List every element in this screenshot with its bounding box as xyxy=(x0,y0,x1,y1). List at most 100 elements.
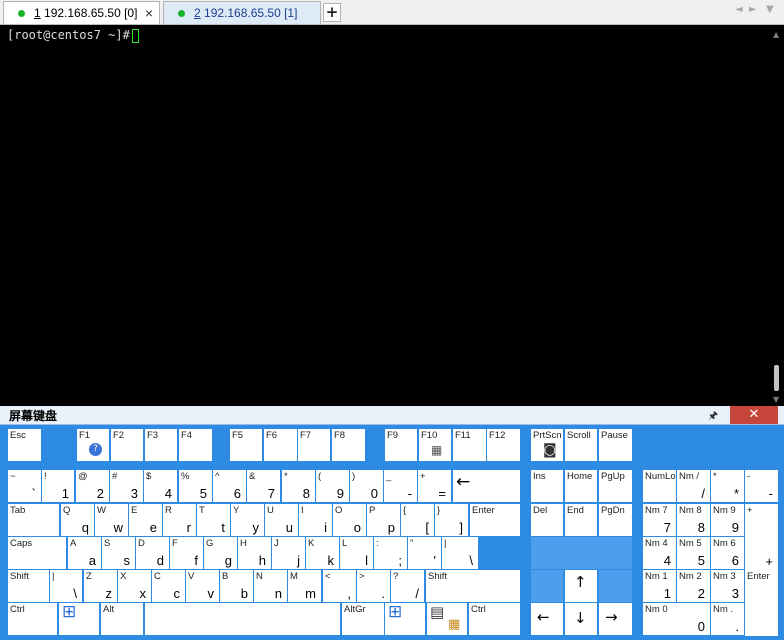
key-d0[interactable]: ) 0 xyxy=(350,470,383,502)
key-lbracket[interactable]: {[ xyxy=(401,504,434,536)
key-scroll[interactable]: Scroll xyxy=(565,429,597,461)
key-period[interactable]: >. xyxy=(357,570,390,602)
key-home[interactable]: Home xyxy=(565,470,597,502)
key-rctrl[interactable]: Ctrl xyxy=(469,603,520,635)
key-caps[interactable]: Caps xyxy=(8,537,66,569)
key-nmminus[interactable]: -- xyxy=(745,470,778,502)
key-nm1[interactable]: Nm 1 1 xyxy=(643,570,676,602)
key-enter[interactable]: Enter xyxy=(470,504,520,536)
scroll-tabs-right-icon[interactable]: ► xyxy=(749,4,757,15)
key-backslash1[interactable]: | \ xyxy=(442,537,478,569)
key-up[interactable]: ↑ xyxy=(565,570,597,602)
key-pause[interactable]: Pause xyxy=(599,429,632,461)
key-t[interactable]: Tt xyxy=(197,504,230,536)
key-f11[interactable]: F11 xyxy=(453,429,486,461)
tab-session-2[interactable]: 2 192.168.65.50 [1] xyxy=(163,1,321,24)
scroll-tabs-left-icon[interactable]: ◄ xyxy=(735,4,743,15)
key-f10[interactable]: F10 ▦ xyxy=(419,429,451,461)
key-g[interactable]: Gg xyxy=(204,537,237,569)
key-semicolon[interactable]: :; xyxy=(374,537,407,569)
key-altgr[interactable]: AltGr xyxy=(342,603,384,635)
key-y[interactable]: Yy xyxy=(231,504,264,536)
key-i[interactable]: Ii xyxy=(299,504,332,536)
key-f9[interactable]: F9 xyxy=(385,429,417,461)
scroll-up-icon[interactable]: ▲ xyxy=(773,30,779,39)
key-d4[interactable]: $4 xyxy=(144,470,177,502)
key-d[interactable]: Dd xyxy=(136,537,169,569)
key-d9[interactable]: (9 xyxy=(316,470,349,502)
key-d3[interactable]: #3 xyxy=(110,470,143,502)
terminal-scrollbar[interactable]: ▲ ▼ xyxy=(770,25,784,406)
new-tab-button[interactable]: + xyxy=(323,3,341,22)
key-backslash2[interactable]: | \ xyxy=(50,570,82,602)
key-lalt[interactable]: Alt xyxy=(101,603,143,635)
key-nm0[interactable]: Nm 0 0 xyxy=(643,603,710,635)
key-lwin[interactable]: ⊞ xyxy=(59,603,99,635)
key-nmplus[interactable]: + + xyxy=(745,504,778,570)
close-tab-icon[interactable]: × xyxy=(145,2,153,24)
key-f12[interactable]: F12 xyxy=(487,429,520,461)
key-prtscn[interactable]: PrtScn ◙ xyxy=(531,429,563,461)
key-pgup[interactable]: PgUp xyxy=(599,470,632,502)
key-c[interactable]: Cc xyxy=(152,570,185,602)
key-menu[interactable]: ▤ ▦ xyxy=(427,603,467,635)
key-nm4[interactable]: Nm 4 4 xyxy=(643,537,676,569)
key-w[interactable]: Ww xyxy=(95,504,128,536)
key-f1[interactable]: F1? xyxy=(77,429,109,461)
key-q[interactable]: Qq xyxy=(61,504,94,536)
key-d5[interactable]: % 5 xyxy=(179,470,212,502)
key-esc[interactable]: Esc xyxy=(8,429,41,461)
tab-session-1[interactable]: 1 192.168.65.50 [0] × xyxy=(3,1,160,24)
key-space[interactable] xyxy=(145,603,340,635)
close-keyboard-button[interactable]: ✕ xyxy=(730,406,778,424)
key-rwin[interactable]: ⊞ xyxy=(385,603,425,635)
terminal-area[interactable]: [root@centos7 ~]# xyxy=(0,25,770,406)
key-minus[interactable]: _ - xyxy=(384,470,417,502)
key-nm6[interactable]: Nm 6 6 xyxy=(711,537,744,569)
key-d7[interactable]: & 7 xyxy=(247,470,280,502)
pin-icon[interactable]: 🖈 xyxy=(708,407,718,426)
key-z[interactable]: Zz xyxy=(84,570,117,602)
key-k[interactable]: Kk xyxy=(306,537,339,569)
key-o[interactable]: Oo xyxy=(333,504,366,536)
key-j[interactable]: Jj xyxy=(272,537,305,569)
key-left[interactable]: ← xyxy=(531,603,563,635)
key-m[interactable]: Mm xyxy=(288,570,321,602)
key-nmslash[interactable]: Nm / / xyxy=(677,470,710,502)
key-nm9[interactable]: Nm 9 9 xyxy=(711,504,744,536)
key-a[interactable]: Aa xyxy=(68,537,101,569)
key-n[interactable]: Nn xyxy=(254,570,287,602)
key-s[interactable]: Ss xyxy=(102,537,135,569)
key-x[interactable]: Xx xyxy=(118,570,151,602)
key-nmstar[interactable]: * * xyxy=(711,470,744,502)
scroll-down-icon[interactable]: ▼ xyxy=(773,395,779,404)
key-f3[interactable]: F3 xyxy=(145,429,177,461)
key-rshift[interactable]: Shift xyxy=(426,570,520,602)
key-d6[interactable]: ^ 6 xyxy=(213,470,246,502)
key-slash[interactable]: ? / xyxy=(391,570,424,602)
key-del[interactable]: Del xyxy=(531,504,563,536)
key-nm7[interactable]: Nm 7 7 xyxy=(643,504,676,536)
key-e[interactable]: Ee xyxy=(129,504,162,536)
key-f5[interactable]: F5 xyxy=(230,429,262,461)
key-quote[interactable]: " ' xyxy=(408,537,441,569)
key-u[interactable]: Uu xyxy=(265,504,298,536)
key-f8[interactable]: F8 xyxy=(332,429,365,461)
key-f4[interactable]: F4 xyxy=(179,429,212,461)
key-f[interactable]: Ff xyxy=(170,537,203,569)
key-right[interactable]: → xyxy=(599,603,632,635)
key-down[interactable]: ↓ xyxy=(565,603,597,635)
key-p[interactable]: Pp xyxy=(367,504,400,536)
key-end[interactable]: End xyxy=(565,504,597,536)
key-d1[interactable]: ! 1 xyxy=(42,470,74,502)
key-ins[interactable]: Ins xyxy=(531,470,563,502)
key-numlock[interactable]: NumLock xyxy=(643,470,676,502)
key-r[interactable]: Rr xyxy=(163,504,196,536)
key-d2[interactable]: @2 xyxy=(76,470,109,502)
scrollbar-thumb[interactable] xyxy=(774,365,779,391)
key-nm8[interactable]: Nm 8 8 xyxy=(677,504,710,536)
key-f6[interactable]: F6 xyxy=(264,429,297,461)
key-l[interactable]: Ll xyxy=(340,537,373,569)
key-nmdot[interactable]: Nm .. xyxy=(711,603,744,635)
key-backspace[interactable]: ← xyxy=(453,470,520,502)
